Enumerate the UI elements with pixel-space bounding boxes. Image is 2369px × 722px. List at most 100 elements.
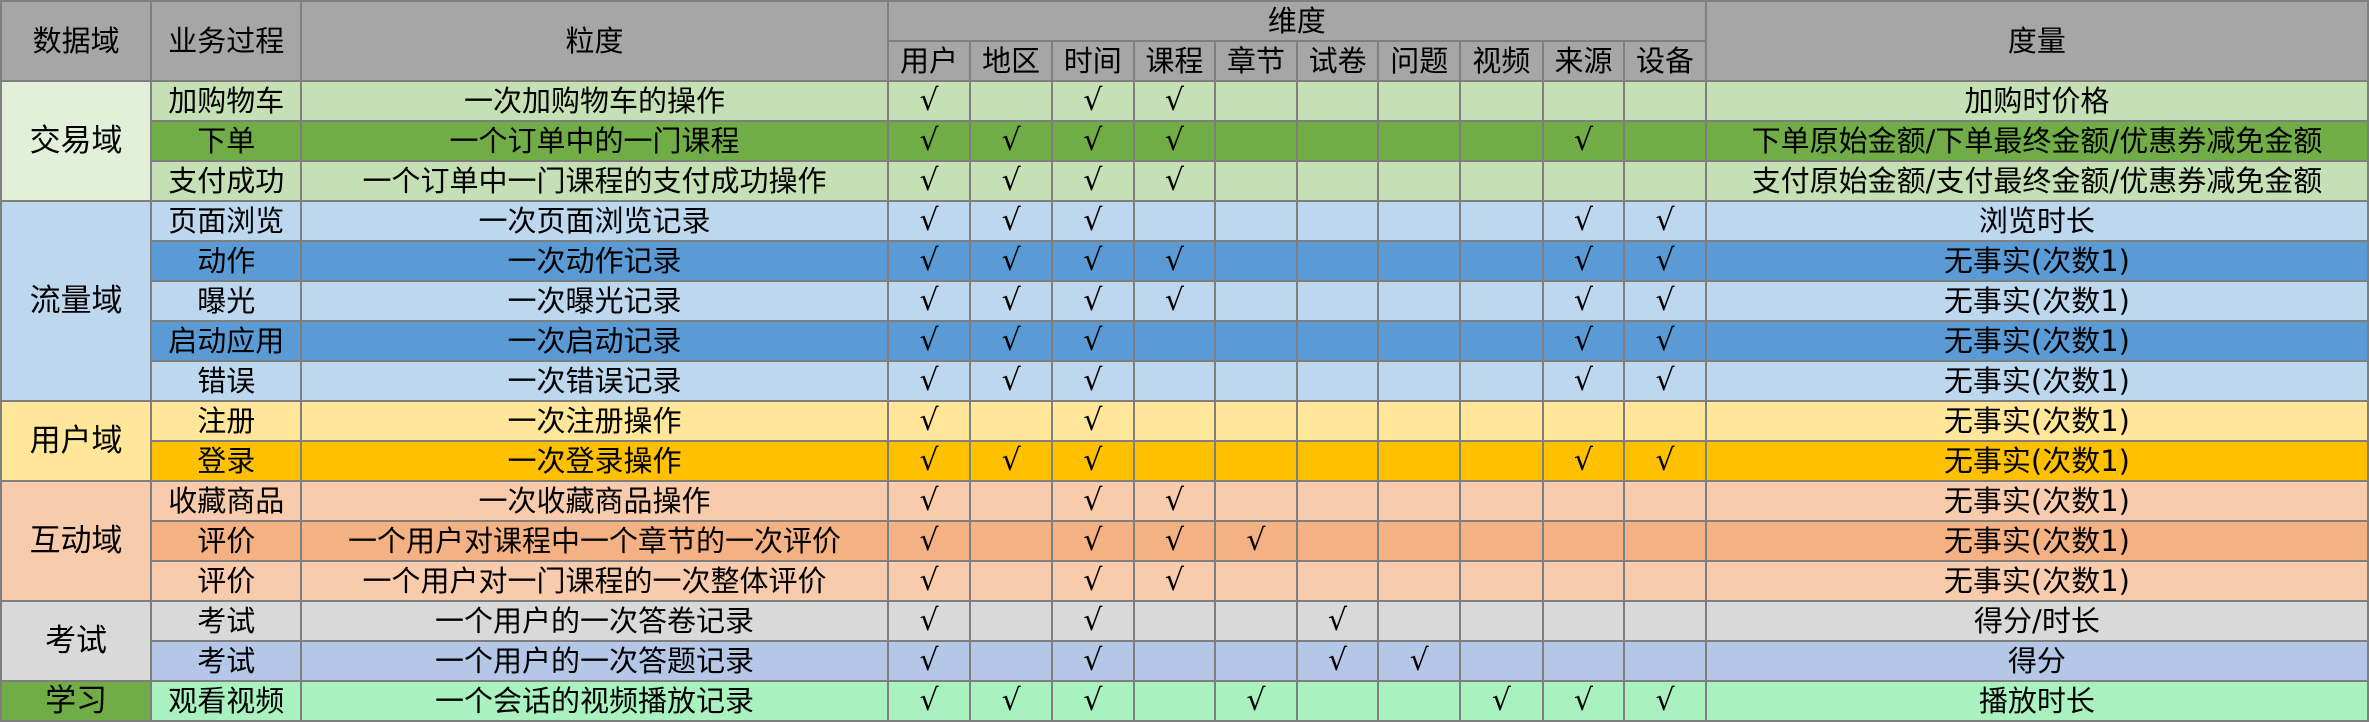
dimension-check-cell [1132,360,1217,402]
dimension-check-cell [1459,240,1544,282]
measure-cell: 得分 [1704,640,2369,682]
dimension-check-cell [1295,160,1380,202]
measure-cell: 无事实(次数1) [1704,480,2369,522]
header-dim-question: 问题 [1377,40,1462,82]
table-row: 评价 一个用户对一门课程的一次整体评价 √ √ √ 无事实(次数1) [1,560,2369,602]
dimension-check-cell [969,600,1053,642]
dimension-check-cell [1377,240,1462,282]
dimension-check-cell [1377,480,1462,522]
grain-cell: 一个订单中一门课程的支付成功操作 [300,160,889,202]
dimension-check-cell: √ [1050,280,1135,322]
dimension-check-cell [1295,280,1380,322]
dimension-check-cell [1132,320,1217,362]
dimension-check-cell: √ [886,520,972,562]
dimension-check-cell: √ [1623,680,1707,722]
dimension-check-cell: √ [1050,680,1135,722]
dimension-check-cell: √ [1623,240,1707,282]
grain-cell: 一次注册操作 [300,400,889,442]
measure-cell: 无事实(次数1) [1704,560,2369,602]
dimension-check-cell [1377,520,1462,562]
dimension-check-cell: √ [1050,200,1135,242]
dimension-check-cell [1459,160,1544,202]
dimension-check-cell [1541,400,1626,442]
dimension-check-cell: √ [886,480,972,522]
header-dim-video: 视频 [1459,40,1544,82]
dimension-check-cell: √ [886,200,972,242]
table-row: 交易域 加购物车 一次加购物车的操作 √ √ √ 加购时价格 [0,80,2369,202]
process-cell: 登录 [150,440,303,482]
dimension-check-cell: √ [1541,200,1626,242]
process-cell: 收藏商品 [150,480,303,522]
grain-cell: 一次收藏商品操作 [300,480,889,522]
dimension-check-cell: √ [886,80,972,122]
measure-cell: 播放时长 [1704,680,2369,722]
dimension-check-cell [1541,560,1626,602]
header-dim-source: 来源 [1541,40,1626,82]
process-cell: 评价 [150,520,303,562]
process-cell: 支付成功 [150,160,303,202]
dimension-check-cell: √ [1459,680,1544,722]
dimension-check-cell [1459,600,1544,642]
measure-cell: 无事实(次数1) [1704,520,2369,562]
dimension-check-cell: √ [1050,240,1135,282]
domain-cell: 交易域 [0,80,153,202]
header-process: 业务过程 [150,0,303,82]
header-dim-chapter: 章节 [1214,40,1298,82]
table-row: 动作 一次动作记录 √ √ √ √ √ √ 无事实(次数1) [1,240,2369,282]
dimension-check-cell [1214,480,1298,522]
domain-cell: 互动域 [0,480,153,602]
dimension-check-cell [1541,480,1626,522]
table-row: 曝光 一次曝光记录 √ √ √ √ √ √ 无事实(次数1) [1,280,2369,322]
measure-cell: 浏览时长 [1704,200,2369,242]
dimension-check-cell [969,520,1053,562]
dimension-check-cell [1623,600,1707,642]
dimension-check-cell [1459,640,1544,682]
dimension-check-cell: √ [969,160,1053,202]
measure-cell: 无事实(次数1) [1704,440,2369,482]
grain-cell: 一次启动记录 [300,320,889,362]
grain-cell: 一次登录操作 [300,440,889,482]
dimension-check-cell [969,640,1053,682]
dimension-check-cell [1214,80,1298,122]
process-cell: 错误 [150,360,303,402]
dimension-check-cell: √ [1050,80,1135,122]
dimension-check-cell: √ [886,600,972,642]
dimension-check-cell [969,80,1053,122]
dimension-check-cell: √ [1050,320,1135,362]
dimension-check-cell [1623,400,1707,442]
dimension-check-cell: √ [1295,640,1380,682]
dimension-check-cell: √ [1050,400,1135,442]
process-cell: 曝光 [150,280,303,322]
grain-cell: 一次加购物车的操作 [300,80,889,122]
dimension-check-cell [1541,80,1626,122]
dimension-check-cell: √ [969,240,1053,282]
dimension-check-cell [1132,640,1217,682]
dimension-check-cell: √ [1295,600,1380,642]
dimension-check-cell: √ [1377,640,1462,682]
dimension-check-cell [1295,560,1380,602]
grain-cell: 一个会话的视频播放记录 [300,680,889,722]
table-header: 数据域 业务过程 粒度 维度 度量 用户 地区 时间 课程 章节 试卷 问题 视… [0,0,2369,82]
domain-cell: 用户域 [0,400,153,482]
dimension-check-cell: √ [886,240,972,282]
dimension-check-cell: √ [886,680,972,722]
dimension-check-cell: √ [1132,120,1217,162]
dimension-check-cell [1214,440,1298,482]
dimension-check-cell [1541,160,1626,202]
table-row: 学习 观看视频 一个会话的视频播放记录 √ √ √ √ √ √ √ 播放时长 [0,680,2369,722]
process-cell: 下单 [150,120,303,162]
dimension-check-cell [1459,120,1544,162]
dimension-check-cell: √ [1541,280,1626,322]
dimension-check-cell [1377,280,1462,322]
dimension-check-cell [1459,400,1544,442]
header-domain: 数据域 [0,0,153,82]
dimension-check-cell: √ [969,320,1053,362]
dimension-check-cell: √ [1623,200,1707,242]
dimension-check-cell: √ [1214,680,1298,722]
dimension-check-cell [1459,360,1544,402]
dimension-check-cell: √ [969,200,1053,242]
dimension-check-cell [1214,160,1298,202]
dimension-check-cell: √ [969,440,1053,482]
dimension-check-cell: √ [886,560,972,602]
table-row: 登录 一次登录操作 √ √ √ √ √ 无事实(次数1) [1,440,2369,482]
